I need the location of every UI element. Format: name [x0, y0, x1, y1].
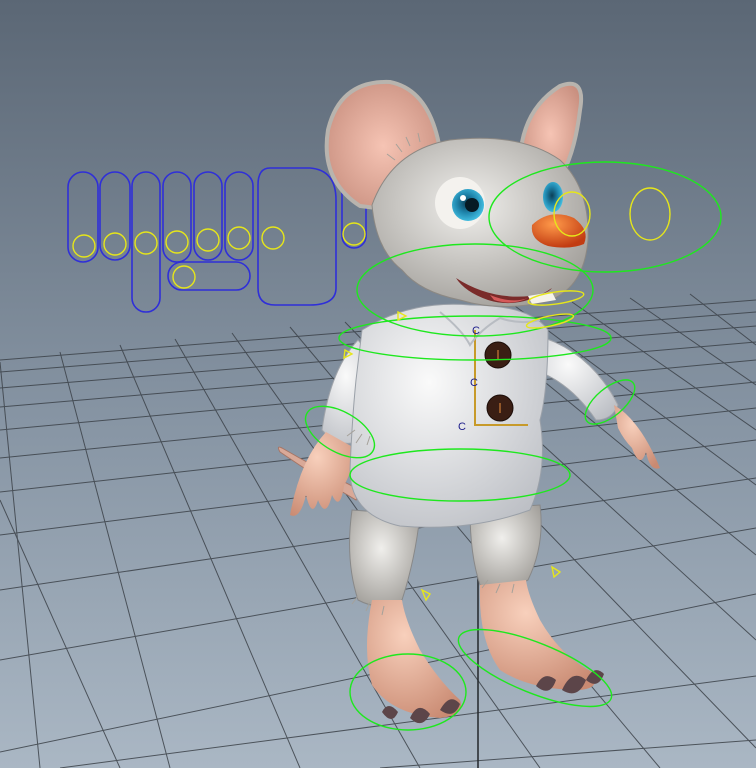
shirt	[349, 303, 549, 528]
viewport-canvas[interactable]: C C C	[0, 0, 756, 768]
maya-viewport[interactable]: C C C	[0, 0, 756, 768]
cluster-handle-2[interactable]: C	[470, 377, 478, 389]
cluster-handle-1[interactable]: C	[472, 325, 480, 337]
cluster-handle-3[interactable]: C	[458, 421, 466, 433]
